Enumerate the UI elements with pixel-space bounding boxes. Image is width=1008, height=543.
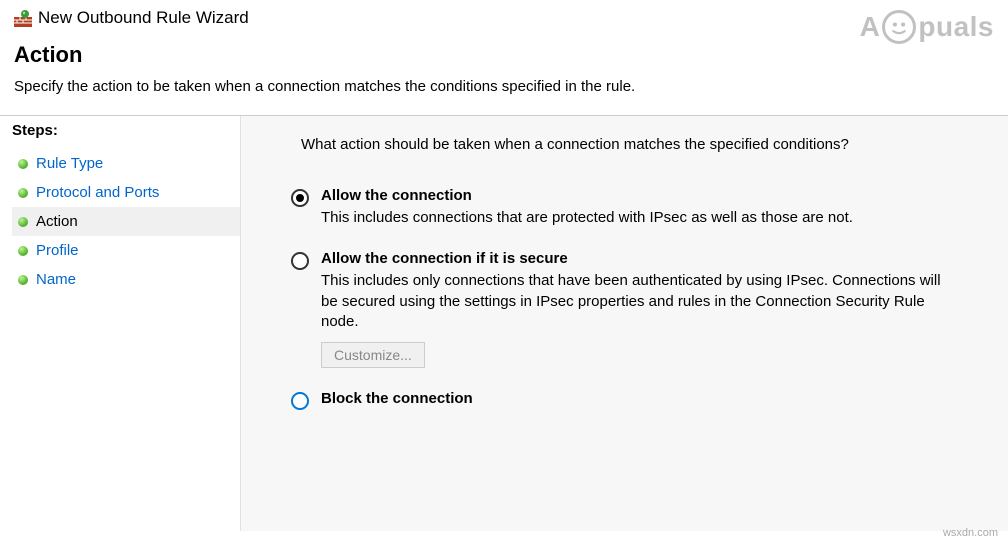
- watermark-logo: A puals: [860, 10, 994, 44]
- radio-allow[interactable]: [291, 189, 309, 207]
- option-allow-if-secure[interactable]: Allow the connection if it is secure Thi…: [291, 250, 988, 368]
- footer-url: wsxdn.com: [943, 527, 998, 539]
- step-action[interactable]: Action: [12, 207, 240, 236]
- watermark-prefix: A: [860, 11, 881, 43]
- step-label: Protocol and Ports: [36, 184, 159, 201]
- radio-allow-secure[interactable]: [291, 252, 309, 270]
- bullet-icon: [18, 188, 28, 198]
- wizard-header: New Outbound Rule Wizard Action Specify …: [0, 0, 1008, 109]
- step-rule-type[interactable]: Rule Type: [12, 149, 240, 178]
- step-label: Profile: [36, 242, 79, 259]
- bullet-icon: [18, 246, 28, 256]
- watermark-suffix: puals: [918, 11, 994, 43]
- option-title: Allow the connection: [321, 187, 988, 204]
- step-label: Action: [36, 213, 78, 230]
- main-panel: What action should be taken when a conne…: [240, 116, 1008, 531]
- page-subtext: Specify the action to be taken when a co…: [14, 78, 994, 95]
- steps-panel: Steps: Rule Type Protocol and Ports Acti…: [0, 116, 240, 531]
- bullet-icon: [18, 159, 28, 169]
- option-title: Allow the connection if it is secure: [321, 250, 988, 267]
- radio-block[interactable]: [291, 392, 309, 410]
- step-profile[interactable]: Profile: [12, 236, 240, 265]
- steps-heading: Steps:: [12, 122, 240, 139]
- bullet-icon: [18, 275, 28, 285]
- customize-button: Customize...: [321, 342, 425, 368]
- page-heading: Action: [14, 42, 994, 68]
- step-name[interactable]: Name: [12, 265, 240, 294]
- action-question: What action should be taken when a conne…: [301, 136, 988, 153]
- bullet-icon: [18, 217, 28, 227]
- option-desc: This includes only connections that have…: [321, 271, 961, 332]
- step-label: Name: [36, 271, 76, 288]
- firewall-icon: [14, 9, 32, 27]
- option-allow-connection[interactable]: Allow the connection This includes conne…: [291, 187, 988, 228]
- option-desc: This includes connections that are prote…: [321, 208, 961, 228]
- window-title: New Outbound Rule Wizard: [38, 8, 249, 28]
- option-title: Block the connection: [321, 390, 988, 407]
- step-label: Rule Type: [36, 155, 103, 172]
- step-protocol-and-ports[interactable]: Protocol and Ports: [12, 178, 240, 207]
- option-block-connection[interactable]: Block the connection: [291, 390, 988, 411]
- watermark-icon: [882, 10, 916, 44]
